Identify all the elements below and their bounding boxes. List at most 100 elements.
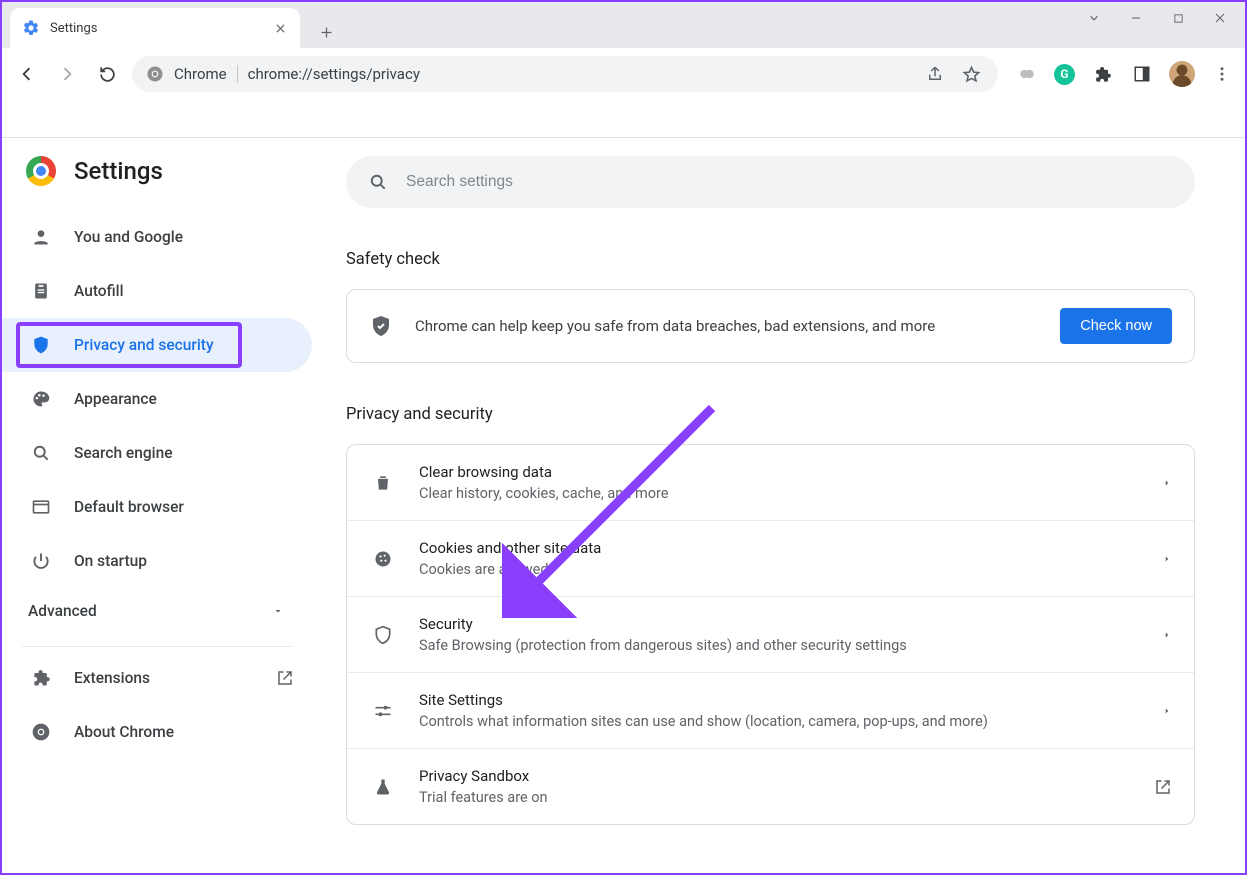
sidebar-item-you-and-google[interactable]: You and Google [2,210,312,264]
browser-window-icon [30,497,52,517]
chrome-menu-icon[interactable] [1209,61,1235,87]
row-title: Privacy Sandbox [419,767,1132,785]
bookmark-star-icon[interactable] [958,61,984,87]
omnibox-divider [237,65,238,83]
row-title: Security [419,615,1140,633]
sidebar-item-about[interactable]: About Chrome [2,705,312,759]
shield-outline-icon [369,625,397,645]
extension-grammarly-icon[interactable]: G [1054,64,1075,85]
flask-icon [369,777,397,797]
sidebar-item-label: About Chrome [74,723,174,741]
maximize-button[interactable] [1157,4,1199,32]
clipboard-icon [30,281,52,301]
sidebar-item-privacy[interactable]: Privacy and security [2,318,312,372]
row-sub: Clear history, cookies, cache, and more [419,485,1140,502]
reading-list-icon[interactable] [1129,61,1155,87]
profile-avatar[interactable] [1169,61,1195,87]
advanced-label: Advanced [28,602,97,620]
sidebar-list: You and Google Autofill Privacy and secu… [2,210,312,588]
sidebar-divider [22,646,292,647]
chevron-right-icon [1162,706,1172,716]
row-clear-browsing-data[interactable]: Clear browsing data Clear history, cooki… [347,445,1194,520]
chrome-icon [146,65,164,83]
sidebar-item-label: Search engine [74,444,173,462]
page-title: Settings [74,157,163,185]
privacy-list: Clear browsing data Clear history, cooki… [346,444,1195,825]
settings-page: Settings You and Google Autofill Privacy… [2,138,1245,875]
browser-tab[interactable]: Settings [10,8,300,48]
cookie-icon [369,549,397,569]
sidebar-item-label: Extensions [74,669,150,687]
row-sub: Cookies are allowed [419,561,1140,578]
sidebar-item-label: On startup [74,552,147,570]
sidebar-item-autofill[interactable]: Autofill [2,264,312,318]
chevron-down-icon [272,605,284,617]
minimize-button[interactable] [1115,4,1157,32]
row-sub: Safe Browsing (protection from dangerous… [419,637,1140,654]
puzzle-icon [30,668,52,688]
sidebar-item-label: Default browser [74,498,184,516]
tune-icon [369,701,397,721]
omnibox-url: chrome://settings/privacy [248,65,420,83]
chrome-logo-icon [26,156,56,186]
sidebar-item-label: Privacy and security [74,336,214,354]
section-privacy: Privacy and security [346,405,1195,424]
toolbar-actions: G [1014,61,1235,87]
search-settings[interactable] [346,156,1195,208]
row-cookies[interactable]: Cookies and other site data Cookies are … [347,520,1194,596]
close-window-button[interactable] [1199,4,1241,32]
trash-icon [369,473,397,493]
chevron-right-icon [1162,554,1172,564]
row-privacy-sandbox[interactable]: Privacy Sandbox Trial features are on [347,748,1194,824]
power-icon [30,551,52,571]
omnibox-host: Chrome [174,65,227,83]
settings-gear-icon [22,19,40,37]
window-controls [1073,4,1241,32]
toolbar: Chrome chrome://settings/privacy G [2,48,1245,101]
row-site-settings[interactable]: Site Settings Controls what information … [347,672,1194,748]
extension-collab-icon[interactable] [1014,61,1040,87]
row-title: Clear browsing data [419,463,1140,481]
share-icon[interactable] [922,61,948,87]
extensions-puzzle-icon[interactable] [1089,61,1115,87]
sidebar-item-extensions[interactable]: Extensions [2,651,312,705]
back-button[interactable] [12,59,42,89]
sidebar-item-on-startup[interactable]: On startup [2,534,312,588]
sidebar-item-label: Autofill [74,282,124,300]
row-sub: Trial features are on [419,789,1132,806]
advanced-toggle[interactable]: Advanced [2,588,312,634]
chevron-right-icon [1162,630,1172,640]
page-header: Settings [2,156,312,210]
main-content: Safety check Chrome can help keep you sa… [312,138,1245,875]
forward-button[interactable] [52,59,82,89]
check-now-button[interactable]: Check now [1060,308,1172,344]
reload-button[interactable] [92,59,122,89]
section-safety-check: Safety check [346,250,1195,269]
search-settings-input[interactable] [406,173,1173,191]
omnibox[interactable]: Chrome chrome://settings/privacy [132,56,998,92]
chevron-right-icon [1162,478,1172,488]
row-sub: Controls what information sites can use … [419,713,1140,730]
tab-strip: Settings [2,2,1245,48]
search-icon [368,172,388,192]
external-link-icon [1154,778,1172,796]
tab-title: Settings [50,21,262,36]
row-security[interactable]: Security Safe Browsing (protection from … [347,596,1194,672]
sidebar-item-default-browser[interactable]: Default browser [2,480,312,534]
safety-check-card: Chrome can help keep you safe from data … [346,289,1195,363]
row-title: Site Settings [419,691,1140,709]
palette-icon [30,389,52,409]
sidebar-item-label: Appearance [74,390,157,408]
chrome-mono-icon [30,722,52,742]
new-tab-button[interactable] [310,16,342,48]
sidebar-item-search-engine[interactable]: Search engine [2,426,312,480]
search-icon [30,443,52,463]
close-tab-icon[interactable] [272,20,288,36]
sidebar-item-label: You and Google [74,228,183,246]
sidebar: Settings You and Google Autofill Privacy… [2,138,312,875]
safety-check-text: Chrome can help keep you safe from data … [415,317,1038,335]
sidebar-item-appearance[interactable]: Appearance [2,372,312,426]
verified-shield-icon [369,314,393,338]
external-link-icon [276,669,294,687]
tabs-dropdown-icon[interactable] [1073,4,1115,32]
